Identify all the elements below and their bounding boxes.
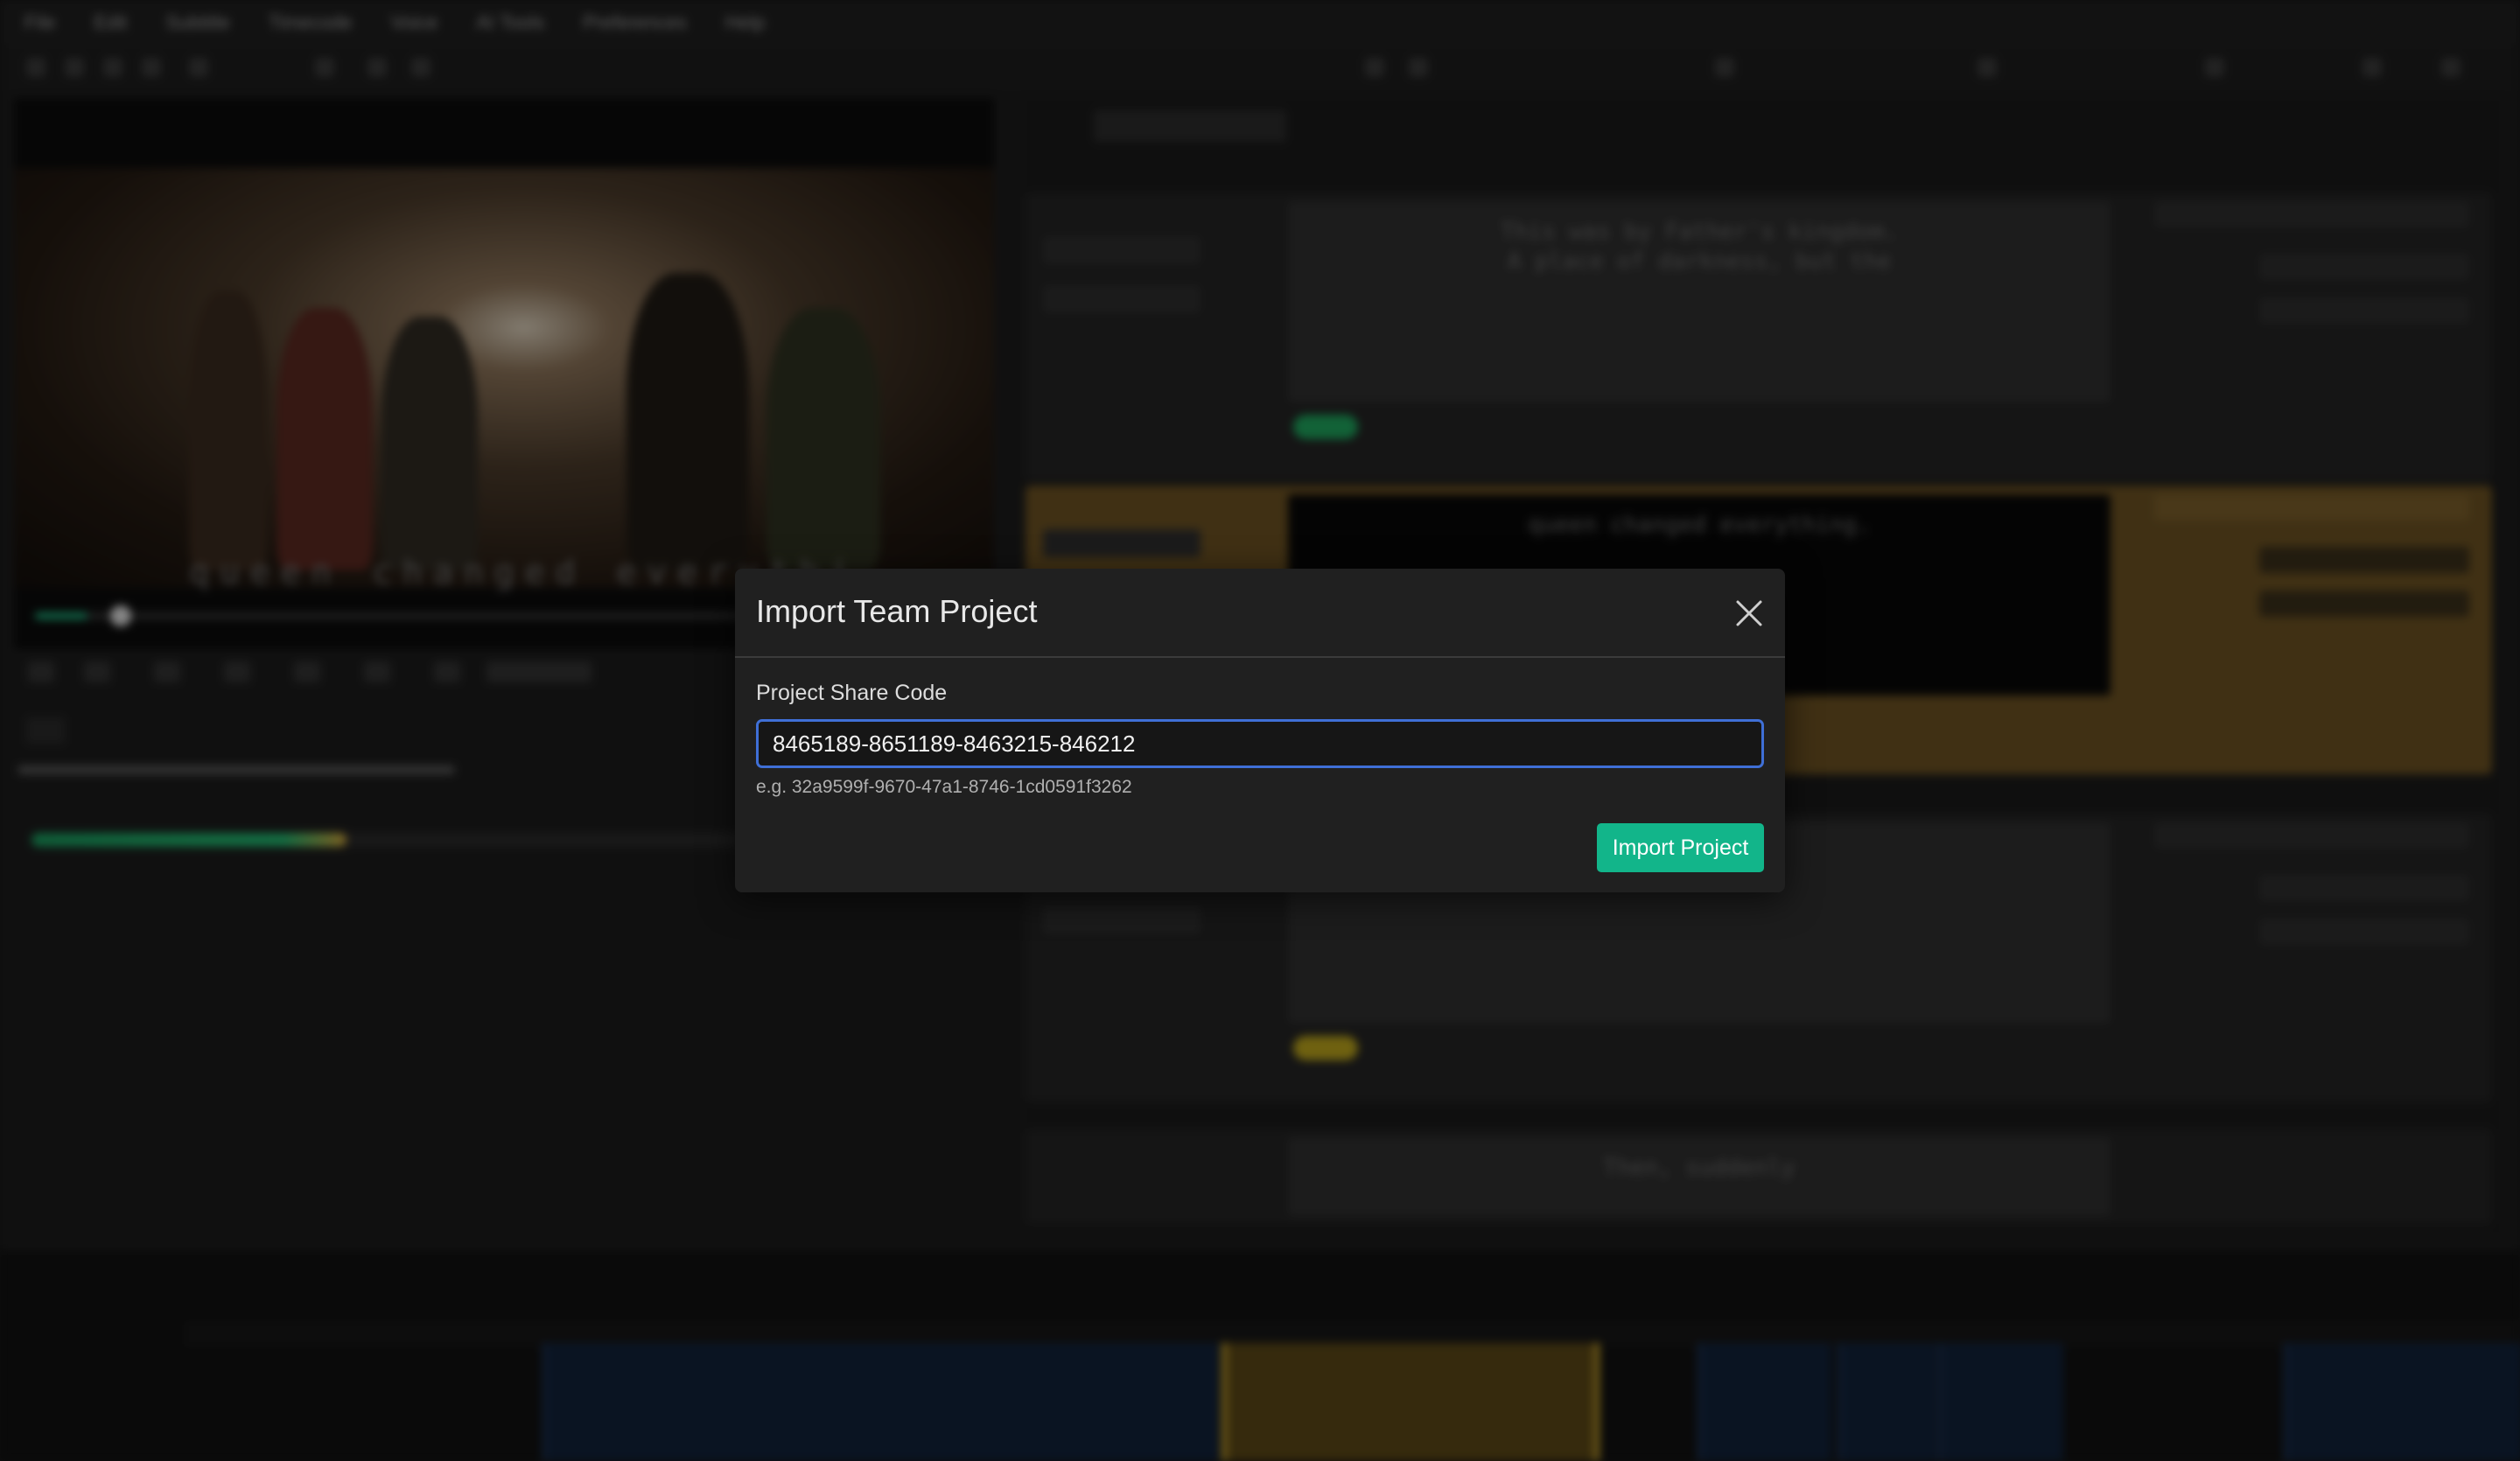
close-icon [1736, 600, 1762, 626]
share-code-hint: e.g. 32a9599f-9670-47a1-8746-1cd0591f326… [756, 777, 1132, 797]
import-team-project-dialog: Import Team Project Project Share Code e… [735, 569, 1785, 892]
app-window: File Edit Subtitle Timecode Voice AI Too… [0, 0, 2520, 1461]
import-project-button[interactable]: Import Project [1597, 823, 1764, 872]
share-code-label: Project Share Code [756, 681, 948, 705]
dialog-header: Import Team Project [735, 569, 1785, 658]
close-button[interactable] [1734, 598, 1764, 628]
dialog-title: Import Team Project [756, 593, 1038, 629]
share-code-input[interactable] [756, 719, 1764, 768]
